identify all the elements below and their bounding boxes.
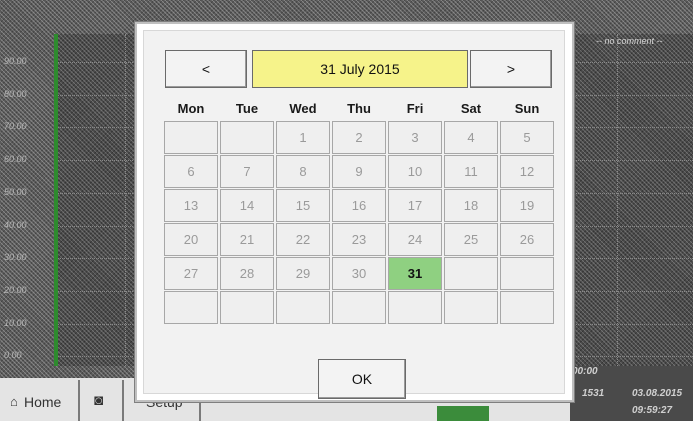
grid-line-vertical xyxy=(617,34,618,366)
calendar-day-cell[interactable]: 14 xyxy=(220,189,274,222)
y-tick-label: 40.00 xyxy=(4,219,27,230)
calendar-empty-cell xyxy=(276,291,330,324)
status-date: 03.08.2015 xyxy=(632,388,683,399)
y-tick-label: 20.00 xyxy=(4,284,27,295)
calendar-day-cell[interactable]: 17 xyxy=(388,189,442,222)
calendar-day-cell[interactable]: 5 xyxy=(500,121,554,154)
ok-button[interactable]: OK xyxy=(318,359,406,399)
status-value: 1531 xyxy=(582,388,605,399)
calendar-day-cell[interactable]: 12 xyxy=(500,155,554,188)
camera-icon: ◙ xyxy=(94,392,104,409)
calendar-day-cell[interactable]: 2 xyxy=(332,121,386,154)
calendar-day-cell[interactable]: 25 xyxy=(444,223,498,256)
status-indicator xyxy=(437,406,489,421)
calendar-day-cell[interactable]: 7 xyxy=(220,155,274,188)
calendar-day-cell[interactable]: 3 xyxy=(388,121,442,154)
calendar-day-cell[interactable]: 10 xyxy=(388,155,442,188)
calendar-empty-cell xyxy=(500,257,554,290)
y-tick-label: 80.00 xyxy=(4,88,27,99)
calendar-day-cell[interactable]: 19 xyxy=(500,189,554,222)
calendar-day-cell[interactable]: 15 xyxy=(276,189,330,222)
calendar-day-cell[interactable]: 11 xyxy=(444,155,498,188)
date-picker-body: < 31 July 2015 > Mon Tue Wed Thu Fri Sat Sun 1… xyxy=(143,30,565,399)
calendar-empty-cell xyxy=(220,291,274,324)
previous-month-button[interactable]: < xyxy=(165,50,247,88)
weekday-thu: Thu xyxy=(347,101,371,116)
calendar-empty-cell xyxy=(220,121,274,154)
chart-comment: -- no comment -- xyxy=(596,36,663,46)
calendar-day-cell[interactable]: 18 xyxy=(444,189,498,222)
calendar-day-cell[interactable]: 8 xyxy=(276,155,330,188)
calendar-day-cell[interactable]: 20 xyxy=(164,223,218,256)
y-tick-label: 30.00 xyxy=(4,252,27,263)
weekday-wed: Wed xyxy=(289,101,317,116)
calendar-day-cell[interactable]: 9 xyxy=(332,155,386,188)
weekday-sat: Sat xyxy=(460,101,482,116)
calendar-day-cell[interactable]: 30 xyxy=(332,257,386,290)
weekday-tue: Tue xyxy=(235,101,259,116)
weekday-mon: Mon xyxy=(177,101,205,116)
calendar-empty-cell xyxy=(500,291,554,324)
calendar-day-cell[interactable]: 4 xyxy=(444,121,498,154)
status-time-top: 00:00 xyxy=(572,366,598,377)
calendar-day-cell[interactable]: 26 xyxy=(500,223,554,256)
home-label: Home xyxy=(24,394,62,410)
status-time: 09:59:27 xyxy=(632,405,673,416)
y-tick-label: 90.00 xyxy=(4,56,27,66)
calendar-empty-cell xyxy=(164,291,218,324)
calendar-day-cell[interactable]: 23 xyxy=(332,223,386,256)
home-icon: ⌂ xyxy=(10,394,18,409)
calendar-day-cell[interactable]: 21 xyxy=(220,223,274,256)
weekday-fri: Fri xyxy=(406,101,424,116)
calendar-empty-cell xyxy=(444,257,498,290)
calendar-day-cell[interactable]: 6 xyxy=(164,155,218,188)
calendar-day-cell[interactable]: 28 xyxy=(220,257,274,290)
screenshot-button[interactable]: ◙ xyxy=(80,380,124,421)
chart-y-axis-bar xyxy=(54,34,58,366)
calendar-empty-cell xyxy=(332,291,386,324)
calendar-empty-cell xyxy=(164,121,218,154)
date-picker-dialog: < 31 July 2015 > Mon Tue Wed Thu Fri Sat Sun 1… xyxy=(135,22,574,402)
y-tick-label: 10.00 xyxy=(4,317,27,328)
y-tick-label: 0.00 xyxy=(4,350,22,361)
calendar-day-cell[interactable]: 16 xyxy=(332,189,386,222)
calendar-day-cell[interactable]: 27 xyxy=(164,257,218,290)
selected-date-display: 31 July 2015 xyxy=(252,50,468,88)
grid-line-vertical xyxy=(125,34,126,366)
weekday-sun: Sun xyxy=(514,101,540,116)
y-tick-label: 70.00 xyxy=(4,121,27,132)
y-tick-label: 50.00 xyxy=(4,186,27,197)
calendar-day-cell[interactable]: 22 xyxy=(276,223,330,256)
status-panel: 00:00 1531 03.08.2015 09:59:27 xyxy=(570,366,693,421)
calendar-day-cell[interactable]: 13 xyxy=(164,189,218,222)
calendar-empty-cell xyxy=(444,291,498,324)
calendar-day-cell[interactable]: 24 xyxy=(388,223,442,256)
calendar-day-cell[interactable]: 29 xyxy=(276,257,330,290)
calendar-day-selected[interactable]: 31 xyxy=(388,257,442,290)
home-button[interactable]: ⌂ Home xyxy=(0,380,80,421)
next-month-button[interactable]: > xyxy=(470,50,552,88)
calendar-day-cell[interactable]: 1 xyxy=(276,121,330,154)
calendar-empty-cell xyxy=(388,291,442,324)
y-tick-label: 60.00 xyxy=(4,154,27,165)
